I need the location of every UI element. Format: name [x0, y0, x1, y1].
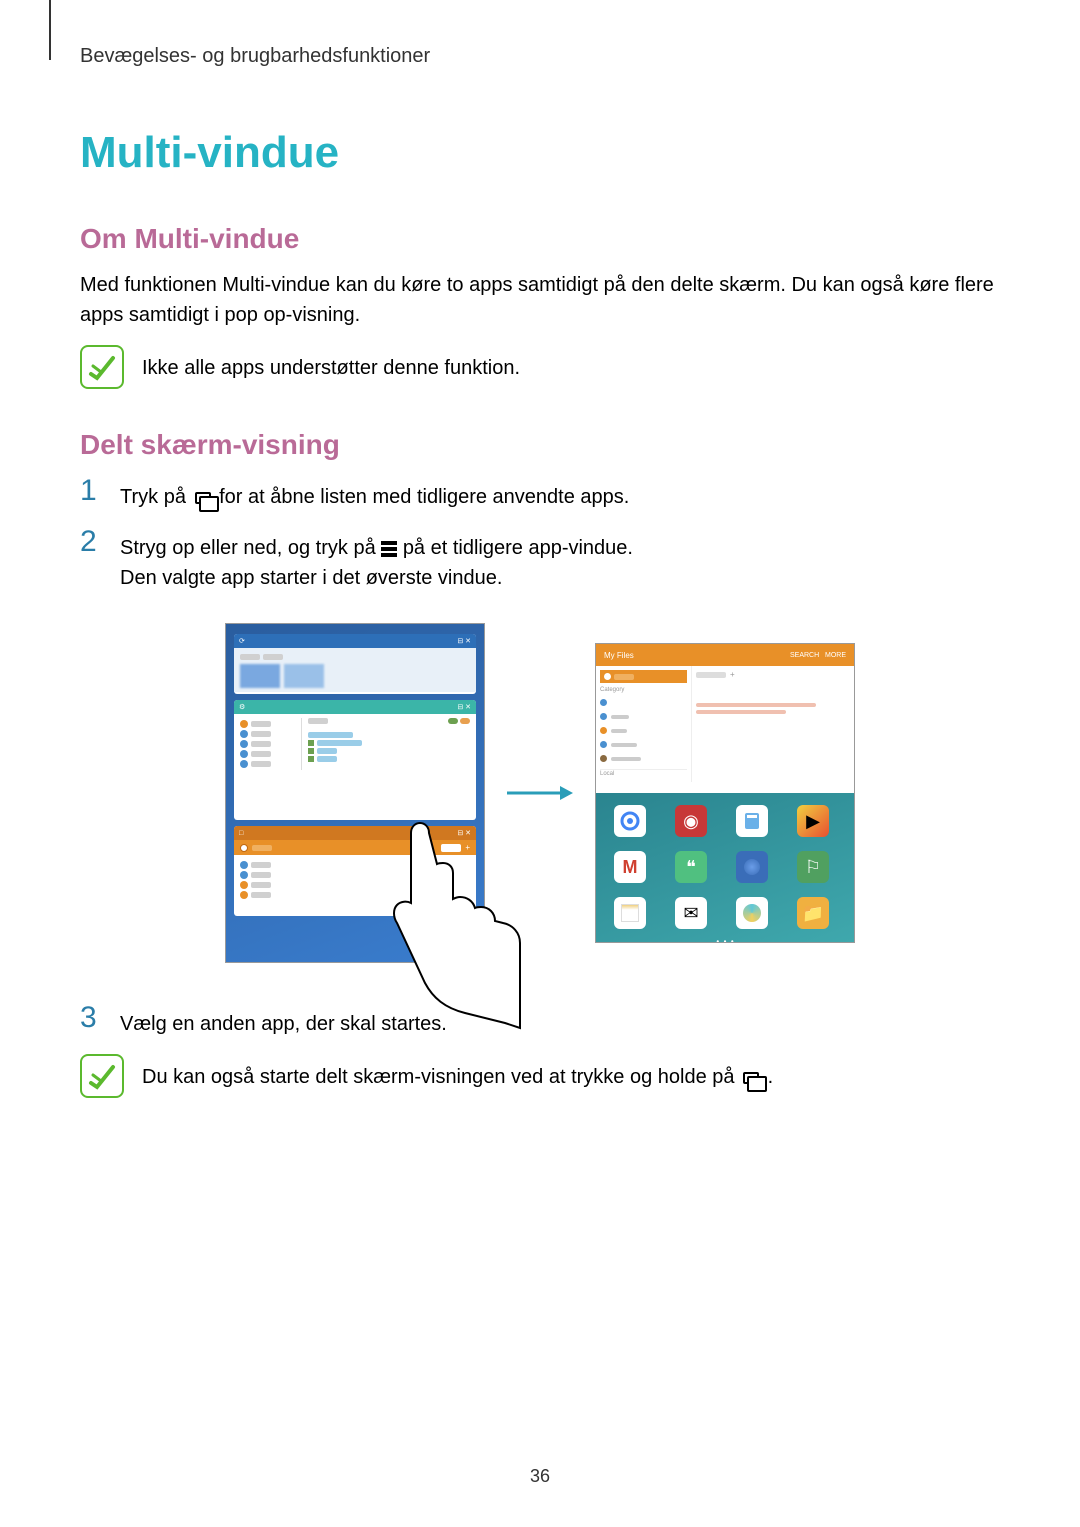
note-2-text: Du kan også starte delt skærm-visningen …	[142, 1054, 773, 1092]
step-1: 1 Tryk på for at åbne listen med tidlige…	[80, 476, 1000, 512]
recent-apps-icon	[740, 1069, 762, 1087]
breadcrumb: Bevægelses- og brugbarhedsfunktioner	[80, 45, 1000, 68]
section-split-heading: Delt skærm-visning	[80, 429, 1000, 461]
step-2-text-before: Stryg op eller ned, og tryk på	[120, 537, 381, 559]
tablet-left-illustration: ⟳⊟ ✕ ⚙⊟ ✕	[225, 623, 485, 963]
arrow-icon	[505, 778, 575, 808]
note-row-2: Du kan også starte delt skærm-visningen …	[80, 1054, 1000, 1098]
step-number: 3	[80, 1003, 108, 1033]
step-number: 2	[80, 527, 108, 557]
page-number: 36	[0, 1466, 1080, 1487]
page-content: Bevægelses- og brugbarhedsfunktioner Mul…	[0, 0, 1080, 1098]
note-icon	[80, 345, 124, 389]
split-screen-icon	[381, 541, 397, 557]
step-2-line-2: Den valgte app starter i det øverste vin…	[120, 567, 502, 589]
step-number: 1	[80, 476, 108, 506]
section-about-heading: Om Multi-vindue	[80, 223, 1000, 255]
step-2-body: Stryg op eller ned, og tryk på på et tid…	[120, 527, 1000, 593]
step-2: 2 Stryg op eller ned, og tryk på på et t…	[80, 527, 1000, 593]
recent-apps-icon	[192, 489, 214, 507]
note-2-before: Du kan også starte delt skærm-visningen …	[142, 1066, 740, 1088]
step-1-body: Tryk på for at åbne listen med tidligere…	[120, 476, 1000, 512]
note-icon	[80, 1054, 124, 1098]
illustration-row: ⟳⊟ ✕ ⚙⊟ ✕	[80, 623, 1000, 963]
tablet-right-illustration: My Files SEARCH MORE Category	[595, 643, 855, 943]
step-3-body: Vælg en anden app, der skal startes.	[120, 1003, 1000, 1039]
section-about-paragraph: Med funktionen Multi-vindue kan du køre …	[80, 270, 1000, 330]
step-3: 3 Vælg en anden app, der skal startes.	[80, 1003, 1000, 1039]
note-text: Ikke alle apps understøtter denne funkti…	[142, 345, 520, 383]
step-1-text-before: Tryk på	[120, 486, 192, 508]
step-2-text-after: på et tidligere app-vindue.	[403, 537, 633, 559]
page-title: Multi-vindue	[80, 128, 1000, 178]
note-2-after: .	[768, 1066, 774, 1088]
page-side-line	[49, 0, 51, 60]
note-row: Ikke alle apps understøtter denne funkti…	[80, 345, 1000, 389]
step-1-text-after: for at åbne listen med tidligere anvendt…	[219, 486, 629, 508]
